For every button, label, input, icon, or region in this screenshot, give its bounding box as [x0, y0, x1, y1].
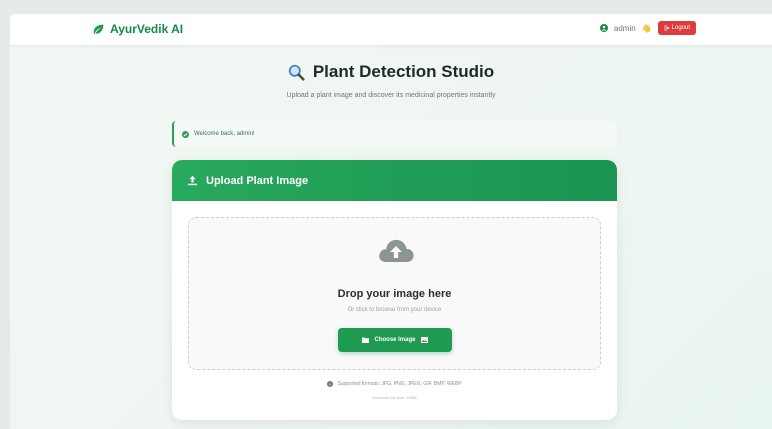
info-circle-icon — [327, 381, 334, 387]
max-file-size: Maximum file size: 16MB — [372, 395, 417, 400]
folder-icon — [362, 337, 370, 343]
app-window: AyurVedik AI admin 👋 Logout Plant Detect… — [10, 14, 772, 429]
logout-button[interactable]: Logout — [657, 21, 696, 35]
wave-emoji: 👋 — [641, 23, 652, 33]
logout-label: Logout — [671, 25, 690, 31]
magnifier-icon — [288, 64, 305, 81]
dropzone-subtitle: Or click to browse from your device — [347, 307, 442, 313]
image-icon — [420, 337, 428, 343]
page-subtitle: Upload a plant image and discover its me… — [286, 92, 496, 99]
sign-out-icon — [664, 25, 670, 31]
page-title: Plant Detection Studio — [10, 62, 772, 82]
upload-card-header: Upload Plant Image — [172, 160, 617, 201]
user-menu: admin 👋 Logout — [599, 21, 696, 35]
cloud-upload-icon — [379, 239, 414, 262]
choose-image-label: Choose Image — [374, 337, 416, 343]
upload-icon — [187, 175, 198, 186]
check-circle-icon — [182, 130, 189, 138]
username: admin — [613, 23, 636, 33]
brand-logo[interactable]: AyurVedik AI — [92, 22, 183, 36]
navbar: AyurVedik AI admin 👋 Logout — [10, 14, 772, 46]
user-circle-icon — [599, 24, 608, 32]
page-title-text: Plant Detection Studio — [312, 62, 495, 81]
dropzone-title: Drop your image here — [337, 288, 452, 300]
upload-card: Upload Plant Image Drop your image here … — [172, 160, 617, 420]
welcome-alert: Welcome back, admin! — [172, 121, 617, 147]
leaf-icon — [93, 24, 104, 34]
supported-formats: Supported formats: JPG, PNG, JPEG, GIF, … — [172, 381, 617, 387]
alert-message: Welcome back, admin! — [194, 131, 255, 137]
image-dropzone[interactable]: Drop your image here Or click to browse … — [188, 217, 601, 370]
supported-formats-text: Supported formats: JPG, PNG, JPEG, GIF, … — [337, 381, 462, 387]
brand-name: AyurVedik AI — [110, 22, 184, 36]
upload-card-title: Upload Plant Image — [206, 174, 309, 187]
choose-image-button[interactable]: Choose Image — [338, 328, 452, 352]
